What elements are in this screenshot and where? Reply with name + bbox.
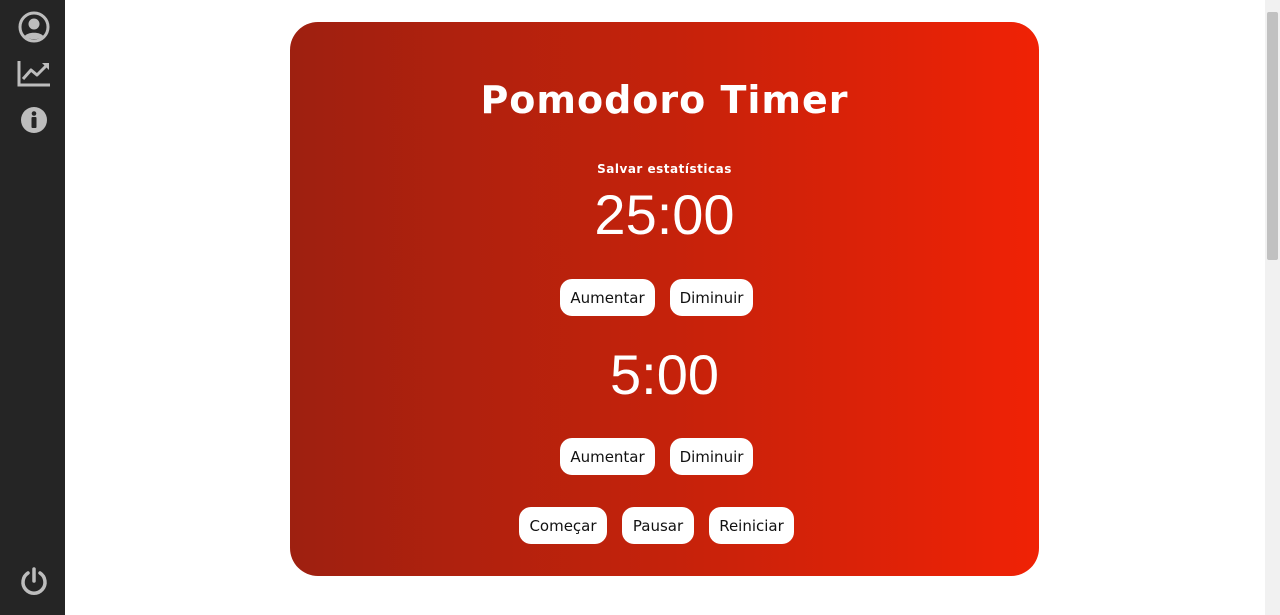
break-timer-display: 5:00	[610, 343, 719, 406]
page-title: Pomodoro Timer	[480, 78, 849, 122]
work-decrease-button[interactable]: Diminuir	[670, 279, 753, 316]
scrollbar-thumb[interactable]	[1267, 12, 1278, 260]
pomodoro-card: Pomodoro Timer Salvar estatísticas 25:00…	[290, 22, 1039, 576]
user-icon[interactable]	[16, 10, 52, 44]
power-icon[interactable]	[16, 564, 52, 598]
work-increase-button[interactable]: Aumentar	[560, 279, 655, 316]
break-increase-button[interactable]: Aumentar	[560, 438, 655, 475]
sidebar	[0, 0, 65, 615]
reset-button[interactable]: Reiniciar	[709, 507, 794, 544]
save-stats-link[interactable]: Salvar estatísticas	[290, 162, 1039, 176]
scrollbar-track[interactable]	[1265, 0, 1280, 615]
start-button[interactable]: Começar	[519, 507, 607, 544]
chart-line-icon[interactable]	[16, 56, 52, 90]
work-timer-display: 25:00	[594, 183, 735, 246]
pause-button[interactable]: Pausar	[622, 507, 694, 544]
info-icon[interactable]	[16, 103, 52, 137]
break-decrease-button[interactable]: Diminuir	[670, 438, 753, 475]
